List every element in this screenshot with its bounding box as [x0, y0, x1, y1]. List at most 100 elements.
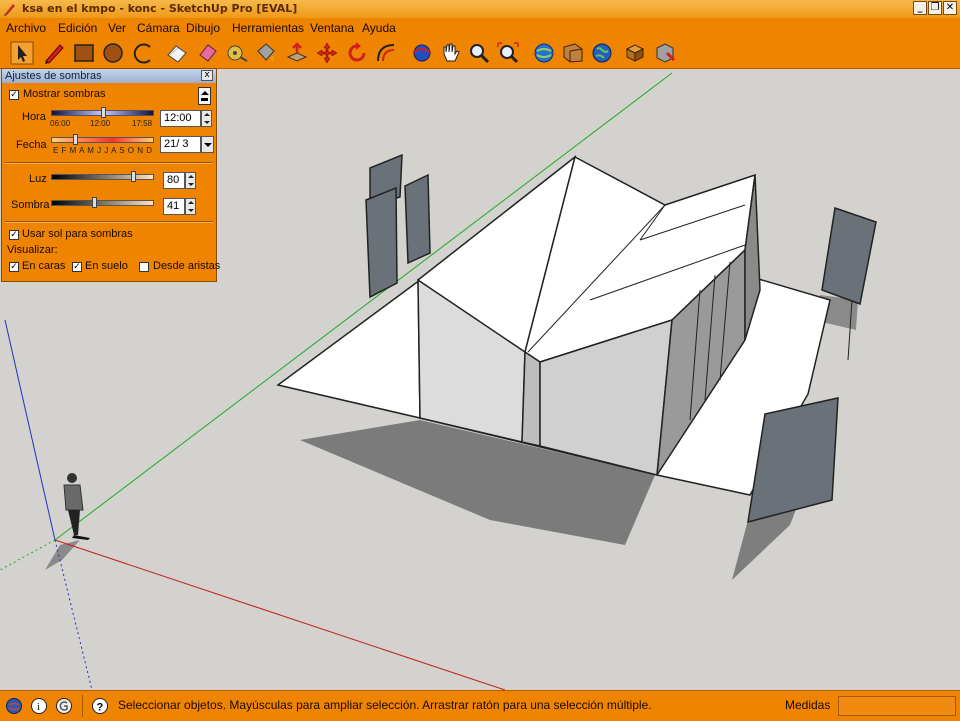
- wall-corner: [521, 350, 541, 447]
- panel-close-button[interactable]: x: [201, 70, 213, 81]
- eraser-icon[interactable]: [165, 41, 189, 65]
- svg-text:?: ?: [97, 702, 104, 714]
- panel: [404, 173, 431, 265]
- panel: [821, 207, 877, 306]
- time-tick: 06:00: [50, 119, 71, 128]
- green-axis-dotted: [0, 539, 56, 571]
- light-label: Luz: [29, 173, 47, 185]
- on-faces-label: En caras: [22, 260, 66, 272]
- menu-archivo[interactable]: Archivo: [6, 21, 46, 35]
- google-sign-in-icon[interactable]: [55, 697, 73, 715]
- move-icon[interactable]: [315, 41, 339, 65]
- divider: [5, 162, 213, 164]
- chevron-down-icon: [204, 143, 212, 147]
- menu-bar: Archivo Edición Ver Cámara Dibujo Herram…: [0, 18, 960, 38]
- zoom-icon[interactable]: [467, 41, 491, 65]
- offset-icon[interactable]: [374, 41, 398, 65]
- on-ground-label: En suelo: [85, 260, 128, 272]
- sketchup-app-icon: [4, 4, 15, 16]
- menu-ventana[interactable]: Ventana: [310, 21, 354, 35]
- date-slider-thumb[interactable]: [73, 134, 78, 145]
- shade-slider-thumb[interactable]: [92, 197, 97, 208]
- display-label: Visualizar:: [7, 244, 58, 256]
- measures-field[interactable]: [838, 696, 956, 716]
- menu-edicion[interactable]: Edición: [58, 21, 97, 35]
- bar-icon: [201, 98, 208, 101]
- get-models-icon[interactable]: [532, 41, 556, 65]
- light-spinner[interactable]: [185, 172, 196, 189]
- google-earth-icon[interactable]: [590, 41, 614, 65]
- panel-title-bar[interactable]: Ajustes de sombras x: [2, 69, 216, 83]
- light-slider-thumb[interactable]: [131, 171, 136, 182]
- maximize-button[interactable]: ❐: [928, 1, 942, 15]
- time-label: Hora: [22, 111, 46, 123]
- red-axis: [54, 539, 506, 691]
- components-icon[interactable]: [624, 41, 648, 65]
- zoom-extents-icon[interactable]: [496, 41, 520, 65]
- time-field[interactable]: 12:00: [160, 110, 201, 127]
- paint-bucket-icon[interactable]: [254, 41, 278, 65]
- pencil-icon[interactable]: [42, 41, 66, 65]
- minimize-button[interactable]: _: [913, 1, 927, 15]
- shade-label: Sombra: [11, 199, 50, 211]
- menu-ayuda[interactable]: Ayuda: [362, 21, 396, 35]
- expand-toggle-button[interactable]: [198, 87, 211, 105]
- pan-icon[interactable]: [438, 41, 462, 65]
- date-slider[interactable]: [51, 137, 154, 143]
- blue-axis-dotted: [54, 539, 93, 691]
- menu-ver[interactable]: Ver: [108, 21, 126, 35]
- light-slider[interactable]: [51, 174, 154, 180]
- shade-field[interactable]: 41: [163, 198, 185, 215]
- close-button[interactable]: ✕: [943, 1, 957, 15]
- paint-icon[interactable]: [196, 41, 220, 65]
- blue-axis: [4, 319, 56, 541]
- materials-icon[interactable]: [653, 41, 677, 65]
- window-title: ksa en el kmpo - konc - SketchUp Pro [EV…: [22, 2, 298, 15]
- arrow-up-icon: [201, 91, 209, 95]
- arc-icon[interactable]: [132, 41, 156, 65]
- tape-icon[interactable]: [225, 41, 249, 65]
- date-dropdown-button[interactable]: [201, 136, 214, 153]
- divider: [5, 221, 213, 223]
- geo-location-icon[interactable]: [5, 697, 23, 715]
- show-shadows-label: Mostrar sombras: [23, 88, 106, 100]
- measures-label: Medidas: [785, 698, 831, 712]
- show-shadows-checkbox[interactable]: ✓: [9, 90, 19, 100]
- circle-icon[interactable]: [101, 41, 125, 65]
- date-field[interactable]: 21/ 3: [160, 136, 201, 153]
- menu-herramientas[interactable]: Herramientas: [232, 21, 304, 35]
- toolbar: [0, 38, 960, 69]
- status-text: Seleccionar objetos. Mayúsculas para amp…: [118, 698, 652, 712]
- orbit-icon[interactable]: [410, 41, 434, 65]
- on-ground-checkbox[interactable]: ✓: [72, 262, 82, 272]
- select-icon[interactable]: [10, 41, 34, 65]
- on-faces-checkbox[interactable]: ✓: [9, 262, 19, 272]
- panel-title: Ajustes de sombras: [5, 70, 102, 82]
- divider: [82, 695, 83, 717]
- shade-spinner[interactable]: [185, 198, 196, 215]
- date-label: Fecha: [16, 139, 47, 151]
- push-pull-icon[interactable]: [285, 41, 309, 65]
- time-tick: 12:00: [90, 119, 111, 128]
- rectangle-icon[interactable]: [72, 41, 96, 65]
- use-sun-checkbox[interactable]: ✓: [9, 230, 19, 240]
- rotate-icon[interactable]: [345, 41, 369, 65]
- status-bar: i ? Seleccionar objetos. Mayúsculas para…: [0, 690, 960, 721]
- shadow-settings-panel: Ajustes de sombras x ✓ Mostrar sombras H…: [1, 68, 221, 282]
- light-field[interactable]: 80: [163, 172, 185, 189]
- time-spinner[interactable]: [201, 110, 212, 127]
- menu-camara[interactable]: Cámara: [137, 21, 180, 35]
- from-edges-checkbox[interactable]: [139, 262, 149, 272]
- time-slider-thumb[interactable]: [101, 107, 106, 118]
- from-edges-label: Desde aristas: [153, 260, 221, 272]
- shade-slider[interactable]: [51, 200, 154, 206]
- panel: [365, 186, 398, 299]
- credits-icon[interactable]: i: [30, 697, 48, 715]
- menu-dibujo[interactable]: Dibujo: [186, 21, 220, 35]
- svg-text:i: i: [37, 702, 40, 713]
- month-ticks: E F M A M J J A S O N D: [53, 146, 153, 155]
- help-icon[interactable]: ?: [91, 697, 109, 715]
- time-tick: 17:58: [132, 119, 153, 128]
- title-bar: ksa en el kmpo - konc - SketchUp Pro [EV…: [0, 0, 960, 18]
- share-model-icon[interactable]: [561, 41, 585, 65]
